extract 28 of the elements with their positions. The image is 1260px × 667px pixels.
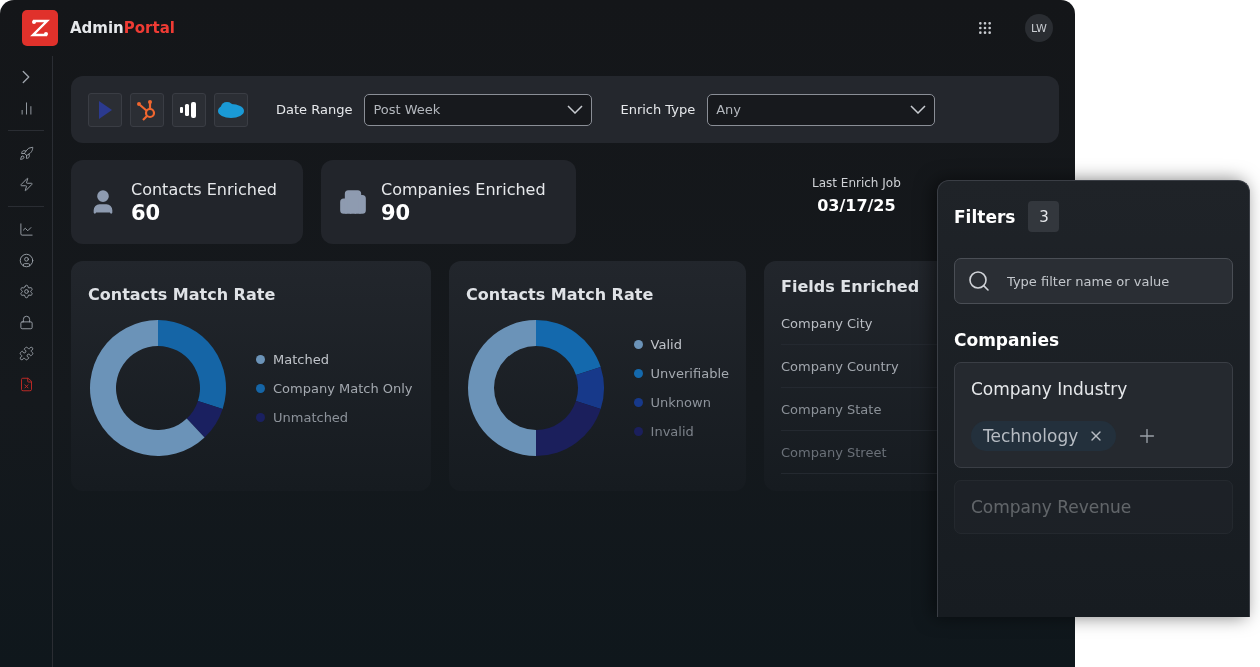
stat-value: 60 xyxy=(131,200,162,225)
field-item: Company City xyxy=(781,316,873,331)
legend-label: Company Match Only xyxy=(273,380,413,396)
chart-title: Contacts Match Rate xyxy=(88,285,277,304)
filters-title: Filters xyxy=(954,206,1016,227)
legend-label: Unknown xyxy=(650,395,711,410)
field-item: Company State xyxy=(781,402,882,417)
legend-label: Unverifiable xyxy=(650,366,729,381)
chart-title: Contacts Match Rate xyxy=(466,285,655,304)
job-label: Last Enrich Job xyxy=(812,176,901,190)
field-item: Company Country xyxy=(781,359,899,374)
field-item: Company Street xyxy=(781,445,887,460)
stat-label: Contacts Enriched xyxy=(131,179,277,199)
section-heading: Companies xyxy=(954,330,1061,350)
select-label: Date Range xyxy=(276,102,353,117)
stat-value: 90 xyxy=(381,200,412,225)
select-label: Enrich Type xyxy=(620,102,696,117)
stat-label: Companies Enriched xyxy=(381,179,546,199)
fields-title: Fields Enriched xyxy=(781,277,921,296)
legend-label: Invalid xyxy=(650,424,694,439)
brand-name: AdminPortal xyxy=(70,19,176,37)
filter-group-title: Company Industry xyxy=(971,379,1129,399)
legend-label: Matched xyxy=(273,351,329,367)
job-date: 03/17/25 xyxy=(817,196,896,215)
legend-label: Unmatched xyxy=(273,409,349,425)
filter-count: 3 xyxy=(1028,201,1060,232)
filter-group-title: Company Revenue xyxy=(971,497,1133,517)
legend-label: Valid xyxy=(650,337,682,352)
